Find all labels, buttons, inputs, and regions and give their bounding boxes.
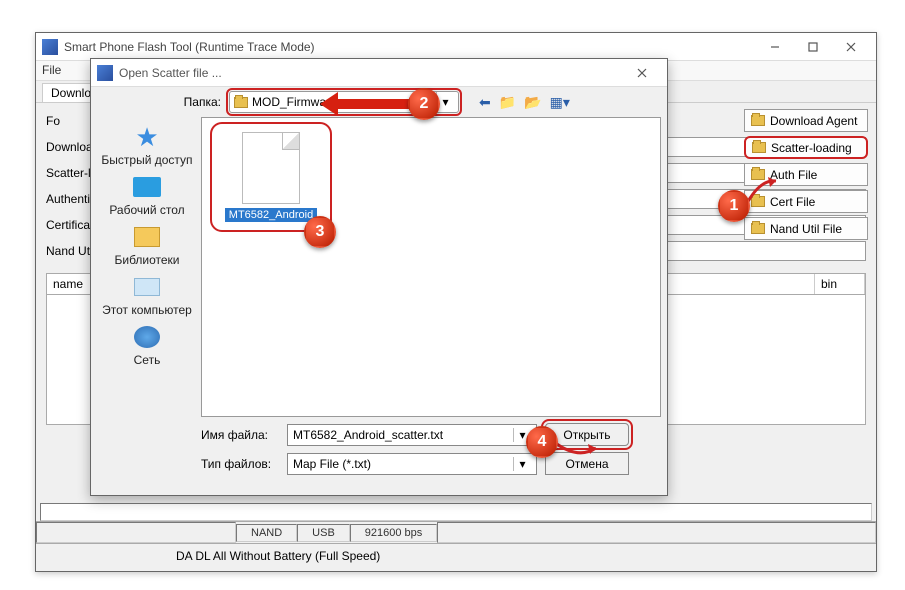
document-icon (242, 132, 300, 204)
views-icon[interactable]: ▦▾ (550, 94, 570, 111)
callout-badge-4: 4 (526, 426, 558, 458)
minimize-button[interactable] (756, 34, 794, 60)
progress-bar (40, 503, 872, 521)
open-file-dialog: Open Scatter file ... Папка: MOD_Firmwar… (90, 58, 668, 496)
window-title: Smart Phone Flash Tool (Runtime Trace Mo… (64, 40, 756, 54)
col-bin[interactable]: bin (815, 274, 865, 294)
dialog-icon (97, 65, 113, 81)
chevron-down-icon[interactable]: ▾ (513, 457, 531, 471)
library-icon (134, 227, 160, 247)
dialog-close-button[interactable] (623, 60, 661, 86)
callout-badge-2: 2 (408, 88, 440, 120)
file-name: MT6582_Android (225, 208, 317, 222)
desktop-icon (133, 177, 161, 197)
file-pane[interactable]: MT6582_Android (201, 117, 661, 417)
place-computer[interactable]: Этот компьютер (101, 273, 193, 317)
folder-icon (751, 223, 765, 234)
filetype-select[interactable]: Map File (*.txt)▾ (287, 453, 537, 475)
file-item-scatter[interactable]: MT6582_Android (216, 128, 326, 226)
nand-util-button[interactable]: Nand Util File (744, 217, 868, 240)
statusbar-mode-row: DA DL All Without Battery (Full Speed) (36, 543, 876, 567)
new-folder-icon[interactable]: 📂 (524, 94, 541, 111)
places-bar: ★Быстрый доступ Рабочий стол Библиотеки … (97, 117, 197, 417)
callout-badge-1: 1 (718, 190, 750, 222)
place-libraries[interactable]: Библиотеки (101, 223, 193, 267)
app-icon (42, 39, 58, 55)
folder-label: Папка: (173, 95, 221, 109)
place-desktop[interactable]: Рабочий стол (101, 173, 193, 217)
filetype-label: Тип файлов: (201, 457, 279, 471)
dialog-title: Open Scatter file ... (119, 66, 623, 80)
nav-icons: ⬅ 📁 📂 ▦▾ (479, 94, 570, 111)
folder-icon (234, 97, 248, 108)
up-icon[interactable]: 📁 (499, 94, 516, 111)
maximize-button[interactable] (794, 34, 832, 60)
menu-file[interactable]: File (42, 63, 61, 78)
status-nand: NAND (236, 524, 297, 542)
status-mode: DA DL All Without Battery (Full Speed) (176, 549, 380, 563)
place-network[interactable]: Сеть (101, 323, 193, 367)
annotation-arrow (334, 99, 414, 109)
filename-label: Имя файла: (201, 428, 279, 442)
computer-icon (134, 278, 160, 296)
status-usb: USB (297, 524, 350, 542)
download-agent-button[interactable]: Download Agent (744, 109, 868, 132)
callout-badge-3: 3 (304, 216, 336, 248)
network-icon (134, 326, 160, 348)
star-icon: ★ (135, 122, 158, 153)
scatter-loading-button[interactable]: Scatter-loading (744, 136, 868, 159)
folder-icon (751, 115, 765, 126)
close-button[interactable] (832, 34, 870, 60)
folder-icon (752, 142, 766, 153)
main-titlebar: Smart Phone Flash Tool (Runtime Trace Mo… (36, 33, 876, 61)
back-icon[interactable]: ⬅ (479, 94, 491, 111)
dialog-titlebar: Open Scatter file ... (91, 59, 667, 87)
filename-input[interactable]: MT6582_Android_scatter.txt▾ (287, 424, 537, 446)
status-baud: 921600 bps (350, 524, 438, 542)
place-quick-access[interactable]: ★Быстрый доступ (101, 123, 193, 167)
statusbar: NAND USB 921600 bps (36, 521, 876, 543)
